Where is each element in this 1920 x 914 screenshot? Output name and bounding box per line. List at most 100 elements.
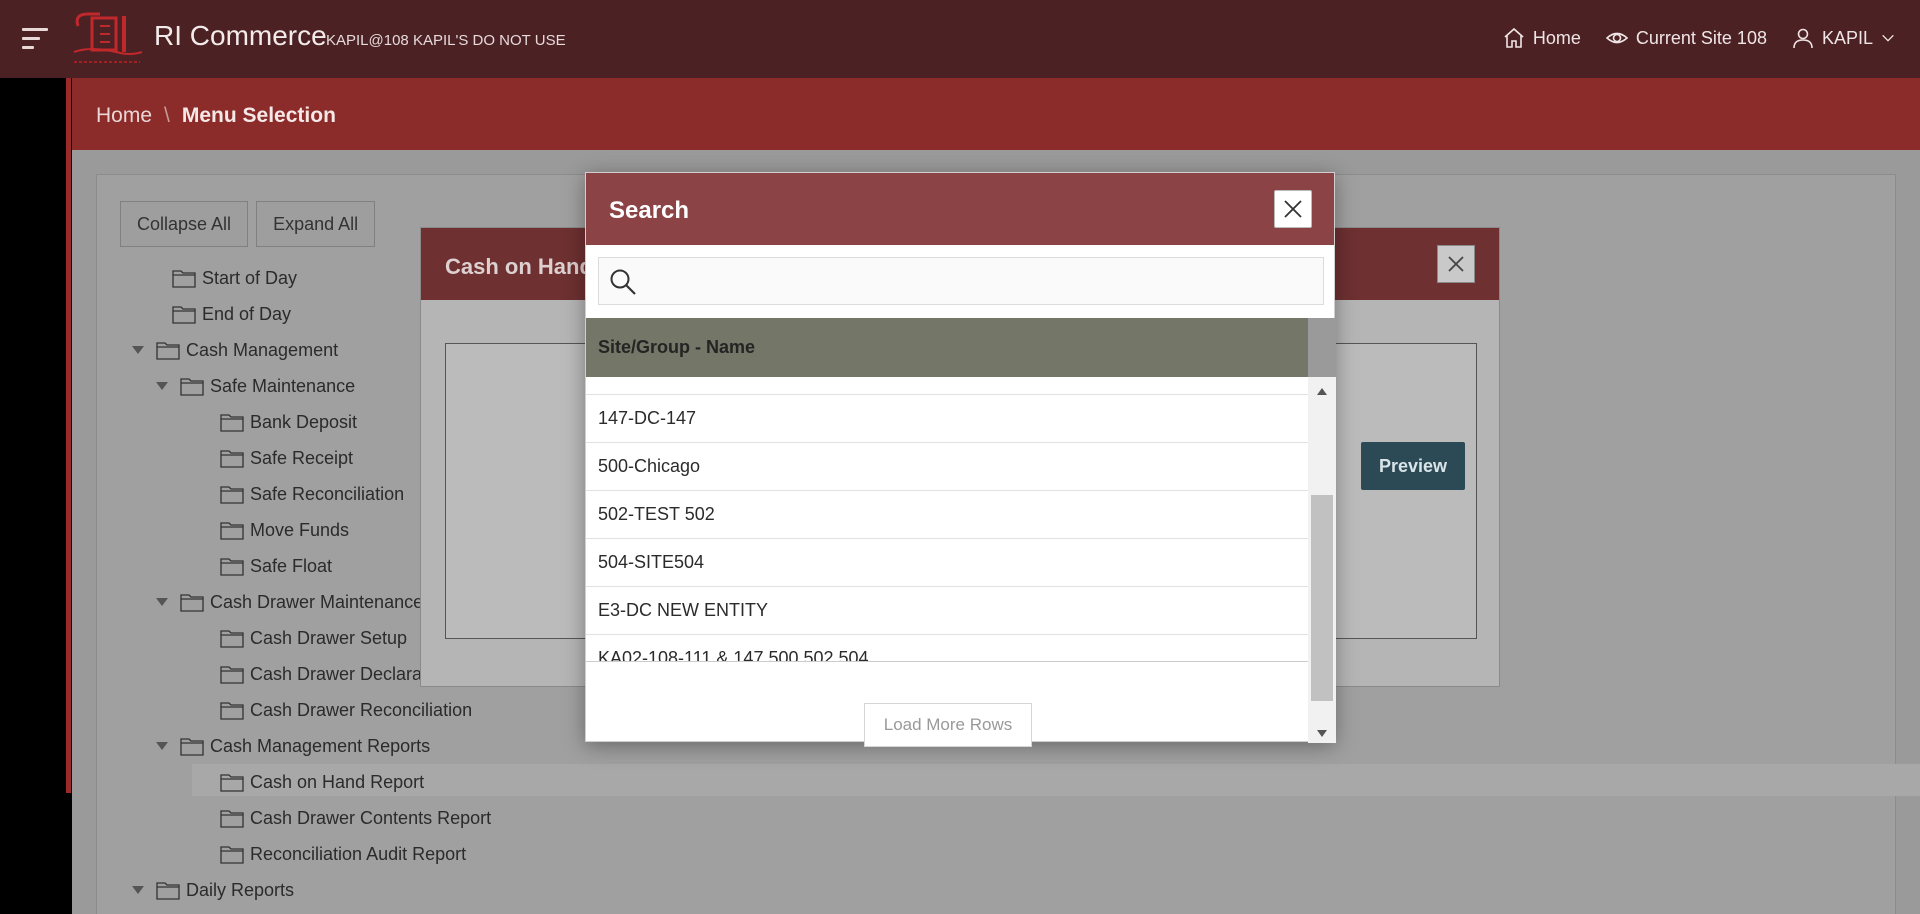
search-result-row[interactable]: KA02-108-111 & 147,500,502,504 (586, 635, 1308, 661)
tree-item-label: End of Day (202, 303, 292, 324)
tree-item[interactable]: Cash on Hand Report (220, 767, 424, 797)
breadcrumb-current: Menu Selection (181, 104, 336, 127)
search-modal: Search Site/Group - Name 111-DC 111 DO N… (585, 172, 1336, 747)
folder-icon (156, 882, 180, 900)
tree-item-label: Safe Float (250, 555, 333, 576)
search-result-row[interactable]: 111-DC 111 DO NOT USE (586, 377, 1308, 395)
collapse-all-button[interactable]: Collapse All (120, 201, 249, 247)
expand-arrow-icon[interactable] (156, 382, 168, 390)
folder-icon (180, 738, 204, 756)
nav-current-site[interactable]: Current Site 108 (1605, 26, 1767, 50)
results-scrollbar[interactable] (1308, 377, 1336, 743)
search-close-button[interactable] (1274, 190, 1312, 228)
dialog-close-button[interactable] (1437, 245, 1475, 283)
tree-item-label: Daily Reports (186, 879, 295, 900)
expand-arrow-icon[interactable] (156, 742, 168, 750)
tree-item[interactable]: Cash Management Reports (156, 731, 430, 761)
folder-icon (220, 666, 244, 684)
close-icon (1284, 200, 1302, 218)
top-header: RI Commerce KAPIL@108 KAPIL'S DO NOT USE… (0, 0, 1920, 78)
tree-item-label: Bank Deposit (250, 411, 358, 432)
search-icon (610, 269, 636, 295)
nav-current-site-label: Current Site 108 (1635, 27, 1767, 48)
folder-icon (220, 522, 244, 540)
tree-item[interactable]: Cash Drawer Maintenance (156, 587, 423, 617)
column-header-site-group-name[interactable]: Site/Group - Name (586, 318, 1308, 377)
folder-icon (220, 486, 244, 504)
tree-item-label: Safe Maintenance (210, 375, 356, 396)
tree-item-label: Cash Drawer Reconciliation (250, 699, 473, 720)
folder-icon (220, 810, 244, 828)
column-header-scroll-spacer (1308, 318, 1336, 377)
search-field (598, 257, 1324, 305)
tree-item[interactable]: Cash Drawer Reconciliation (220, 695, 472, 725)
expand-arrow-icon[interactable] (132, 346, 144, 354)
tree-item[interactable]: Bank Deposit (220, 407, 357, 437)
tree-item[interactable]: Safe Receipt (220, 443, 353, 473)
folder-icon (156, 342, 180, 360)
search-results-list: 111-DC 111 DO NOT USE147-DC-147500-Chica… (586, 377, 1308, 662)
folder-icon (220, 450, 244, 468)
tree-item-label: Reconciliation Audit Report (250, 843, 467, 864)
nav-user-menu[interactable]: KAPIL (1791, 26, 1896, 50)
search-result-row[interactable]: E3-DC NEW ENTITY (586, 587, 1308, 635)
tree-item[interactable]: Move Funds (220, 515, 349, 545)
close-icon (1448, 256, 1464, 272)
tree-selected-highlight (192, 764, 1920, 796)
tree-item[interactable]: End of Day (172, 299, 291, 329)
nav-user-label: KAPIL (1821, 27, 1873, 48)
tree-item[interactable]: Cash Management (132, 335, 338, 365)
tree-item[interactable]: Cash Drawer Setup (220, 623, 407, 653)
tree-item[interactable]: Cash Drawer Declaration (220, 659, 451, 689)
folder-icon (220, 414, 244, 432)
search-result-row[interactable]: 502-TEST 502 (586, 491, 1308, 539)
app-title: RI Commerce (154, 20, 327, 51)
preview-button[interactable]: Preview (1361, 442, 1465, 490)
tree-toolbar: Collapse All Expand All (120, 201, 376, 247)
expand-arrow-icon[interactable] (132, 886, 144, 894)
tree-item-label: Cash Management (186, 339, 339, 360)
eye-icon (1605, 32, 1629, 44)
nav-home[interactable]: Home (1502, 26, 1581, 50)
tree-item-label: Start of Day (202, 267, 298, 288)
search-result-row[interactable]: 504-SITE504 (586, 539, 1308, 587)
tree-item[interactable]: Safe Float (220, 551, 332, 581)
breadcrumb: Home \ Menu Selection (96, 104, 336, 128)
scroll-thumb[interactable] (1311, 495, 1333, 701)
load-more-rows-button[interactable]: Load More Rows (864, 703, 1032, 747)
expand-arrow-icon[interactable] (156, 598, 168, 606)
scroll-up-arrow[interactable] (1317, 388, 1327, 395)
app-subtitle: KAPIL@108 KAPIL'S DO NOT USE (326, 32, 566, 49)
tree-item[interactable]: Safe Reconciliation (220, 479, 404, 509)
search-result-row[interactable]: 500-Chicago (586, 443, 1308, 491)
folder-icon (220, 774, 244, 792)
search-modal-header: Search (586, 173, 1334, 245)
expand-all-button[interactable]: Expand All (256, 201, 376, 247)
tree-item[interactable]: Safe Maintenance (156, 371, 355, 401)
tree-item-label: Safe Reconciliation (250, 483, 405, 504)
folder-icon (220, 558, 244, 576)
folder-icon (220, 630, 244, 648)
search-modal-title: Search (609, 197, 690, 224)
tree-item-label: Move Funds (250, 519, 350, 540)
left-sidebar-collapsed (0, 78, 72, 914)
tree-item-label: Cash Drawer Setup (250, 627, 408, 648)
tree-item[interactable]: Daily Reports (132, 875, 294, 905)
tree-item-label: Cash on Hand Report (250, 771, 425, 792)
folder-icon (220, 702, 244, 720)
tree-item[interactable]: Reconciliation Audit Report (220, 839, 466, 869)
search-input[interactable] (645, 266, 1315, 298)
tree-item-label: Safe Receipt (250, 447, 354, 468)
folder-icon (180, 594, 204, 612)
breadcrumb-home[interactable]: Home (96, 104, 152, 128)
home-icon (1504, 27, 1524, 48)
menu-icon[interactable] (22, 28, 48, 50)
folder-icon (220, 846, 244, 864)
search-result-row[interactable]: 147-DC-147 (586, 395, 1308, 443)
scroll-down-arrow[interactable] (1317, 730, 1327, 737)
tree-item[interactable]: Cash Drawer Contents Report (220, 803, 491, 833)
folder-icon (172, 306, 196, 324)
company-logo (73, 12, 143, 63)
tree-item-label: Cash Drawer Contents Report (250, 807, 492, 828)
tree-item[interactable]: Start of Day (172, 263, 297, 293)
